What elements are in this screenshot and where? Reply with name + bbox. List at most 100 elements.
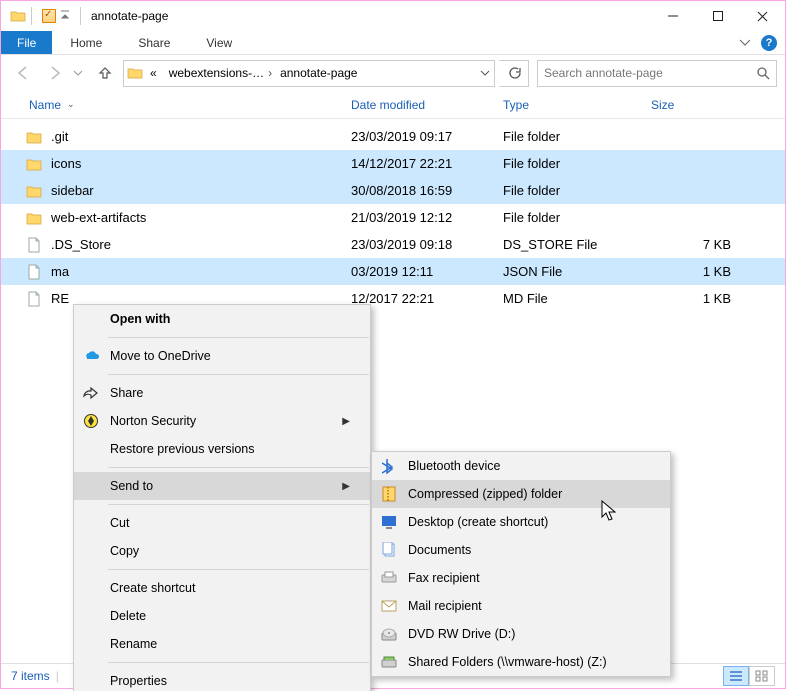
window-title: annotate-page xyxy=(91,9,168,23)
folder-icon xyxy=(25,155,43,173)
sendto-bluetooth[interactable]: Bluetooth device xyxy=(372,452,670,480)
menu-open-with[interactable]: Open with xyxy=(74,305,370,333)
breadcrumb-prefix[interactable]: « xyxy=(146,61,165,86)
file-icon xyxy=(25,263,43,281)
share-icon xyxy=(82,384,100,402)
breadcrumb-seg-2[interactable]: annotate-page xyxy=(276,61,361,86)
context-menu[interactable]: Open with Move to OneDrive Share Norton … xyxy=(73,304,371,691)
menu-delete[interactable]: Delete xyxy=(74,602,370,630)
file-name: ma xyxy=(51,264,351,279)
qat-dropdown-icon[interactable] xyxy=(58,9,72,23)
file-type: DS_STORE File xyxy=(503,237,651,252)
desktop-icon xyxy=(380,513,398,531)
search-placeholder: Search annotate-page xyxy=(544,66,756,80)
menu-send-to[interactable]: Send to▶ xyxy=(74,472,370,500)
view-large-icons-button[interactable] xyxy=(749,666,775,686)
recent-locations-icon[interactable] xyxy=(73,70,87,76)
view-tab[interactable]: View xyxy=(188,31,250,54)
qat-properties-icon[interactable] xyxy=(42,9,56,23)
file-name: .DS_Store xyxy=(51,237,351,252)
menu-copy[interactable]: Copy xyxy=(74,537,370,565)
breadcrumb-seg-1[interactable]: webextensions-…› xyxy=(165,61,276,86)
sendto-shared-folders[interactable]: Shared Folders (\\vmware-host) (Z:) xyxy=(372,648,670,676)
menu-norton-security[interactable]: Norton Security▶ xyxy=(74,407,370,435)
file-type: File folder xyxy=(503,129,651,144)
file-row[interactable]: ma03/2019 12:11JSON File1 KB xyxy=(1,258,785,285)
address-bar[interactable]: « webextensions-…› annotate-page xyxy=(123,60,495,87)
sendto-dvd-drive[interactable]: DVD RW Drive (D:) xyxy=(372,620,670,648)
bluetooth-icon xyxy=(380,457,398,475)
menu-move-to-onedrive[interactable]: Move to OneDrive xyxy=(74,342,370,370)
file-row[interactable]: .git23/03/2019 09:17File folder xyxy=(1,123,785,150)
close-button[interactable] xyxy=(740,1,785,31)
sendto-fax[interactable]: Fax recipient xyxy=(372,564,670,592)
folder-icon xyxy=(25,182,43,200)
ribbon-expand-icon[interactable] xyxy=(739,39,751,47)
onedrive-icon xyxy=(82,347,100,365)
app-icon xyxy=(9,7,27,25)
explorer-window: annotate-page File Home Share View ? « w… xyxy=(0,0,786,689)
file-size: 1 KB xyxy=(651,291,731,306)
col-date[interactable]: Date modified xyxy=(343,91,495,118)
menu-properties[interactable]: Properties xyxy=(74,667,370,691)
fax-icon xyxy=(380,569,398,587)
mail-icon xyxy=(380,597,398,615)
file-date: 03/2019 12:11 xyxy=(351,264,503,279)
menu-restore-versions[interactable]: Restore previous versions xyxy=(74,435,370,463)
file-type: File folder xyxy=(503,183,651,198)
norton-icon xyxy=(82,412,100,430)
address-folder-icon xyxy=(124,66,146,80)
menu-share[interactable]: Share xyxy=(74,379,370,407)
col-name[interactable]: Name⌄ xyxy=(21,91,343,118)
nav-bar: « webextensions-…› annotate-page Search … xyxy=(1,55,785,91)
share-tab[interactable]: Share xyxy=(120,31,188,54)
back-button[interactable] xyxy=(9,60,37,87)
dvd-icon xyxy=(380,625,398,643)
file-date: 12/2017 22:21 xyxy=(351,291,503,306)
file-size: 7 KB xyxy=(651,237,731,252)
minimize-button[interactable] xyxy=(650,1,695,31)
help-icon[interactable]: ? xyxy=(761,35,777,51)
view-details-button[interactable] xyxy=(723,666,749,686)
documents-icon xyxy=(380,541,398,559)
file-type: File folder xyxy=(503,156,651,171)
up-button[interactable] xyxy=(91,60,119,87)
sendto-desktop[interactable]: Desktop (create shortcut) xyxy=(372,508,670,536)
sendto-mail[interactable]: Mail recipient xyxy=(372,592,670,620)
column-headers: Name⌄ Date modified Type Size xyxy=(1,91,785,119)
file-date: 21/03/2019 12:12 xyxy=(351,210,503,225)
sendto-submenu[interactable]: Bluetooth device Compressed (zipped) fol… xyxy=(371,451,671,677)
file-name: .git xyxy=(51,129,351,144)
file-date: 14/12/2017 22:21 xyxy=(351,156,503,171)
search-icon[interactable] xyxy=(756,66,770,80)
file-list[interactable]: .git23/03/2019 09:17File foldericons14/1… xyxy=(1,119,785,312)
menu-rename[interactable]: Rename xyxy=(74,630,370,658)
sendto-documents[interactable]: Documents xyxy=(372,536,670,564)
folder-icon xyxy=(25,128,43,146)
file-icon xyxy=(25,290,43,308)
network-drive-icon xyxy=(380,653,398,671)
file-type: File folder xyxy=(503,210,651,225)
file-type: JSON File xyxy=(503,264,651,279)
ribbon: File Home Share View ? xyxy=(1,31,785,55)
search-box[interactable]: Search annotate-page xyxy=(537,60,777,87)
file-date: 23/03/2019 09:18 xyxy=(351,237,503,252)
col-type[interactable]: Type xyxy=(495,91,643,118)
file-row[interactable]: web-ext-artifacts21/03/2019 12:12File fo… xyxy=(1,204,785,231)
file-date: 30/08/2018 16:59 xyxy=(351,183,503,198)
title-bar[interactable]: annotate-page xyxy=(1,1,785,31)
file-tab[interactable]: File xyxy=(1,31,52,54)
refresh-button[interactable] xyxy=(499,60,529,87)
sendto-compressed-folder[interactable]: Compressed (zipped) folder xyxy=(372,480,670,508)
file-row[interactable]: icons14/12/2017 22:21File folder xyxy=(1,150,785,177)
file-row[interactable]: .DS_Store23/03/2019 09:18DS_STORE File7 … xyxy=(1,231,785,258)
file-row[interactable]: sidebar30/08/2018 16:59File folder xyxy=(1,177,785,204)
menu-create-shortcut[interactable]: Create shortcut xyxy=(74,574,370,602)
col-size[interactable]: Size xyxy=(643,91,735,118)
menu-cut[interactable]: Cut xyxy=(74,509,370,537)
maximize-button[interactable] xyxy=(695,1,740,31)
home-tab[interactable]: Home xyxy=(52,31,120,54)
forward-button[interactable] xyxy=(41,60,69,87)
address-dropdown-icon[interactable] xyxy=(474,70,494,76)
file-icon xyxy=(25,236,43,254)
